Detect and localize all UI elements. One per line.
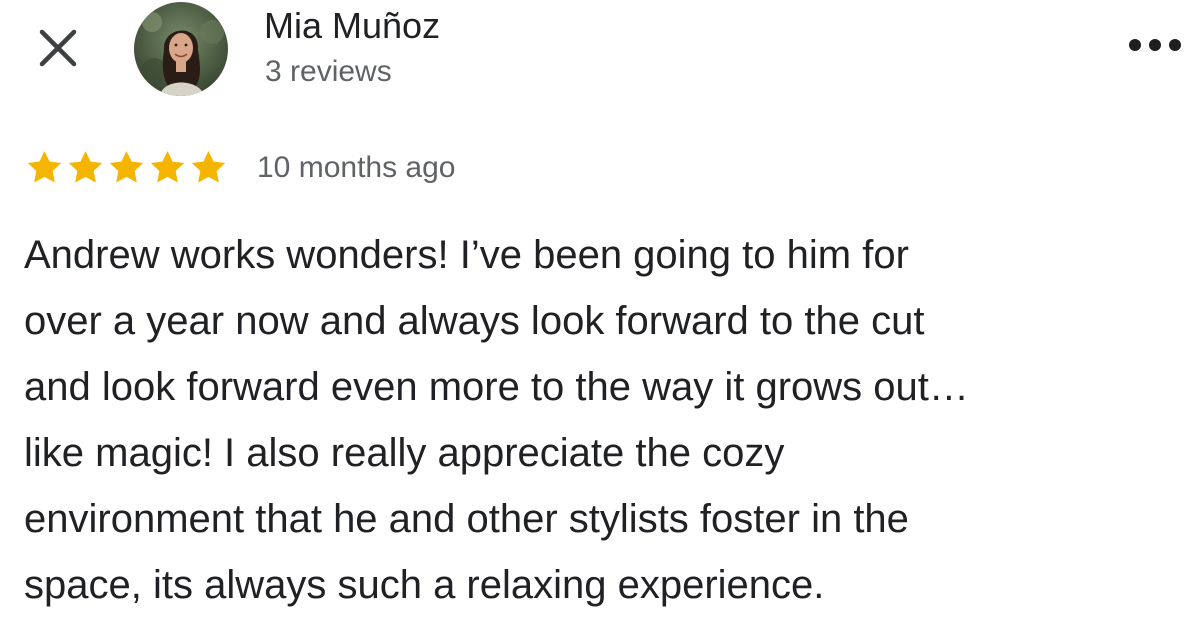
review-text-line: like magic! I also really appreciate the… [24,431,785,475]
review-text: Andrew works wonders! I’ve been going to… [24,222,1184,618]
more-options-button[interactable] [1120,20,1190,70]
profile-photo [134,2,228,96]
avatar[interactable] [134,2,228,96]
star-icon [191,151,226,183]
star-icon [68,151,103,183]
review-text-line: environment that he and other stylists f… [24,497,909,541]
star-icon [109,151,144,183]
star-rating [24,146,229,190]
review-text-line: and look forward even more to the way it… [24,365,969,409]
review-text-line: over a year now and always look forward … [24,299,925,343]
review-text-line: Andrew works wonders! I’ve been going to… [24,233,909,277]
author-name[interactable]: Mia Muñoz [264,4,440,48]
star-icon [27,151,62,183]
close-button[interactable] [32,22,84,74]
review-time: 10 months ago [257,151,456,184]
author-review-count: 3 reviews [265,55,392,88]
review-text-line: space, its always such a relaxing experi… [24,563,825,607]
star-icon [150,151,185,183]
more-options-icon [1129,39,1181,51]
rating-row: 10 months ago [24,146,455,190]
close-icon [39,29,77,67]
